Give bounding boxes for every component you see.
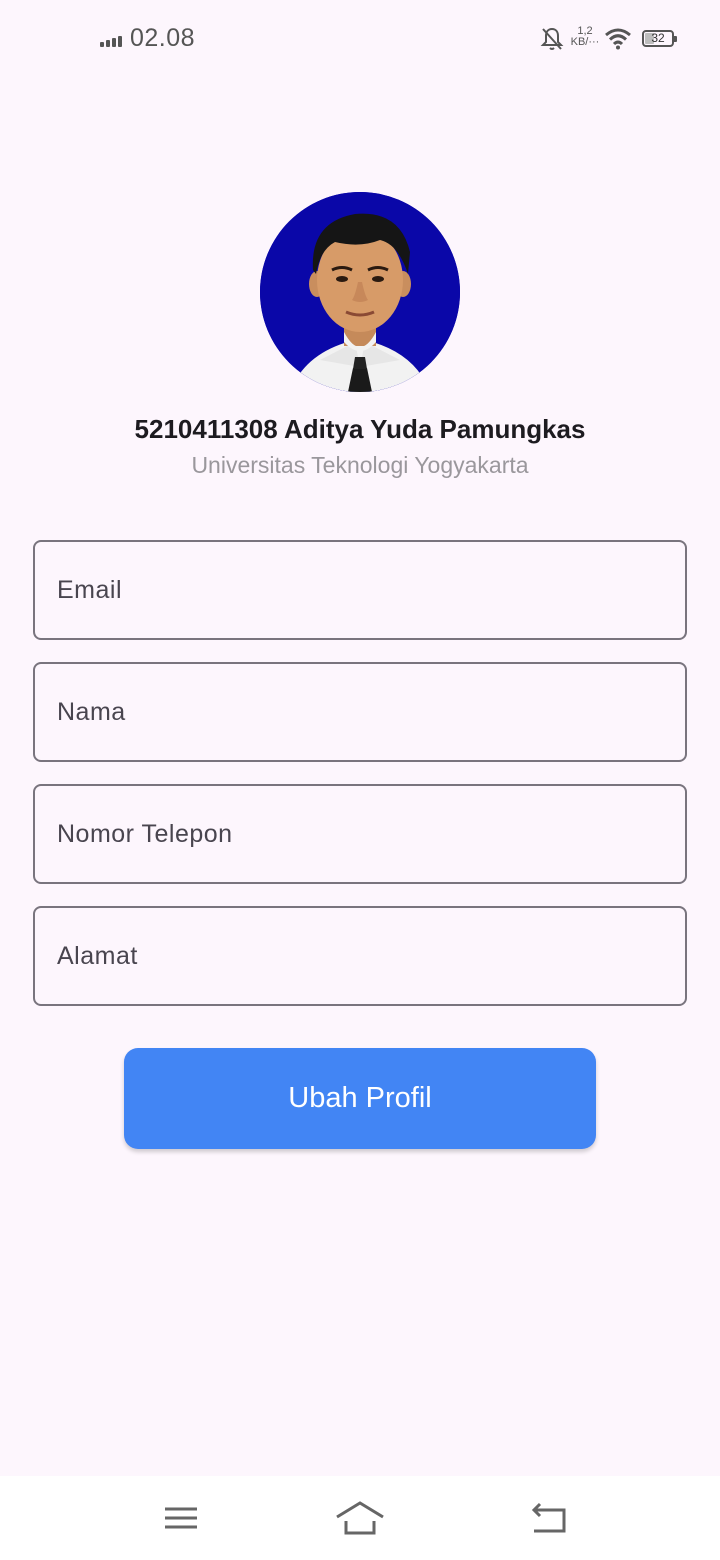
- profile-name: 5210411308 Aditya Yuda Pamungkas: [134, 414, 586, 444]
- home-icon[interactable]: [334, 1500, 386, 1536]
- battery-icon: 32: [642, 30, 677, 47]
- net-speed: 1,2 KB/···: [568, 26, 602, 48]
- phone-field[interactable]: [33, 784, 687, 884]
- net-speed-unit: KB/···: [570, 36, 600, 48]
- signal-icon: [100, 33, 124, 47]
- menu-icon[interactable]: [160, 1500, 200, 1536]
- phone-input[interactable]: [35, 786, 685, 882]
- email-input[interactable]: [35, 542, 685, 638]
- update-profile-button[interactable]: Ubah Profil: [124, 1048, 596, 1149]
- name-input[interactable]: [35, 664, 685, 760]
- avatar: [260, 192, 460, 392]
- wifi-icon: [604, 28, 632, 50]
- navigation-bar: [0, 1476, 720, 1560]
- status-bar: 02.08 1,2 KB/··· 32: [0, 0, 720, 80]
- back-icon[interactable]: [528, 1500, 568, 1536]
- name-field[interactable]: [33, 662, 687, 762]
- battery-level: 32: [651, 31, 665, 45]
- address-field[interactable]: [33, 906, 687, 1006]
- clock: 02.08: [130, 24, 196, 52]
- bell-off-icon: [540, 26, 564, 52]
- email-field[interactable]: [33, 540, 687, 640]
- profile-university: Universitas Teknologi Yogyakarta: [191, 452, 529, 478]
- address-input[interactable]: [35, 908, 685, 1004]
